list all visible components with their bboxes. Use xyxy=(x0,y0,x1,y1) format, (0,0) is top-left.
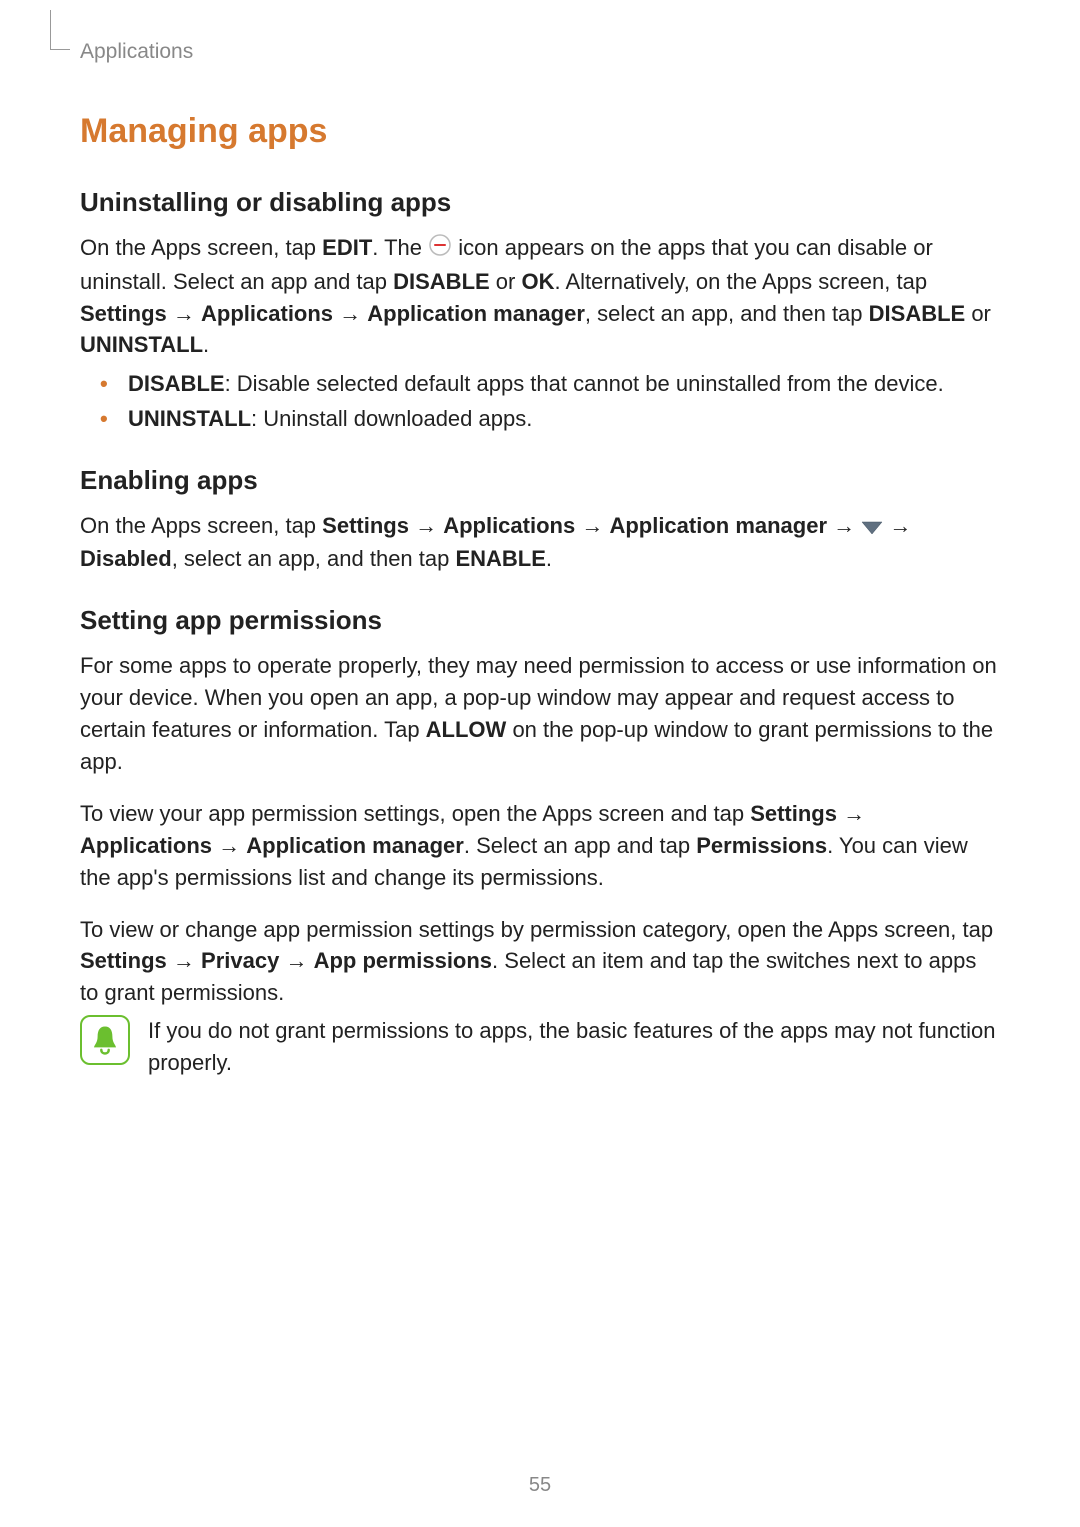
section-heading-uninstall: Uninstalling or disabling apps xyxy=(80,187,1000,218)
bullet-list: DISABLE: Disable selected default apps t… xyxy=(80,367,1000,435)
paragraph: For some apps to operate properly, they … xyxy=(80,650,1000,778)
minus-circle-icon xyxy=(428,233,452,266)
paragraph: On the Apps screen, tap EDIT. The icon a… xyxy=(80,232,1000,361)
crop-mark xyxy=(50,10,70,50)
paragraph: To view or change app permission setting… xyxy=(80,914,1000,1010)
dropdown-icon xyxy=(861,512,883,544)
page-number: 55 xyxy=(0,1474,1080,1497)
note-bell-icon xyxy=(80,1015,130,1065)
section-heading-permissions: Setting app permissions xyxy=(80,605,1000,636)
note-text: If you do not grant permissions to apps,… xyxy=(148,1015,1000,1079)
list-item: UNINSTALL: Uninstall downloaded apps. xyxy=(108,402,1000,435)
section-heading-enabling: Enabling apps xyxy=(80,465,1000,496)
breadcrumb: Applications xyxy=(80,40,1000,64)
page-title: Managing apps xyxy=(80,112,1000,151)
list-item: DISABLE: Disable selected default apps t… xyxy=(108,367,1000,400)
paragraph: On the Apps screen, tap Settings → Appli… xyxy=(80,510,1000,575)
paragraph: To view your app permission settings, op… xyxy=(80,798,1000,894)
